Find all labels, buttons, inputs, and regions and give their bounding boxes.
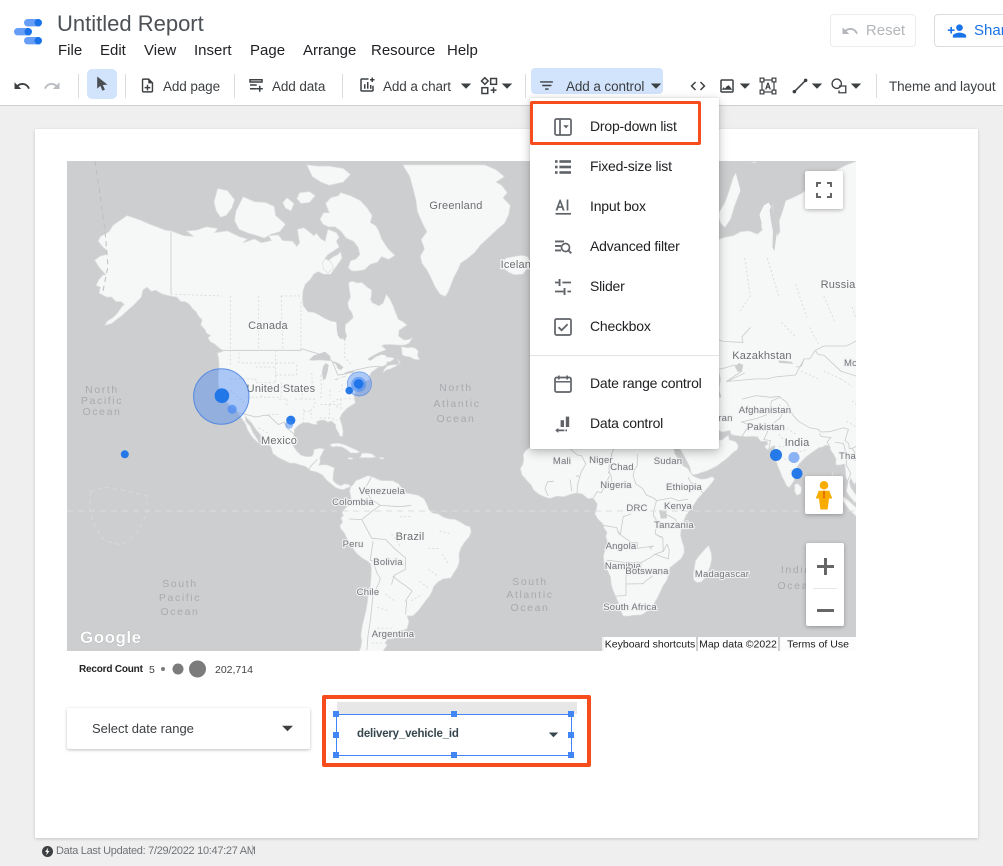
svg-text:Ocean: Ocean: [437, 413, 476, 425]
svg-text:North: North: [439, 382, 473, 394]
svg-text:Google: Google: [80, 628, 142, 647]
svg-text:United States: United States: [247, 383, 316, 395]
svg-text:Madagascar: Madagascar: [695, 569, 749, 580]
svg-text:Argentina: Argentina: [372, 629, 415, 640]
svg-text:Kazakhstan: Kazakhstan: [732, 350, 791, 362]
svg-text:Canada: Canada: [248, 320, 288, 332]
svg-text:Ethiopia: Ethiopia: [666, 482, 702, 493]
svg-text:Peru: Peru: [343, 539, 364, 550]
svg-text:South: South: [512, 576, 547, 588]
svg-text:Angola: Angola: [606, 541, 637, 552]
svg-text:Ocean: Ocean: [83, 406, 122, 418]
svg-text:Kenya: Kenya: [664, 501, 692, 512]
svg-text:Map data ©2022: Map data ©2022: [699, 639, 777, 651]
svg-text:Thailand: Thailand: [839, 451, 856, 462]
svg-text:Atlantic: Atlantic: [506, 589, 553, 601]
svg-text:Botswana: Botswana: [625, 566, 669, 577]
svg-text:Afghanistan: Afghanistan: [739, 405, 791, 416]
svg-text:Mali: Mali: [553, 456, 571, 467]
svg-text:Mongolia: Mongolia: [844, 358, 856, 369]
svg-text:Terms of Use: Terms of Use: [787, 639, 849, 651]
svg-text:Russia: Russia: [821, 279, 856, 291]
svg-text:Mexico: Mexico: [261, 435, 297, 447]
svg-text:Pacific: Pacific: [159, 592, 201, 604]
svg-text:Brazil: Brazil: [396, 531, 425, 543]
svg-text:Sudan: Sudan: [654, 456, 682, 467]
svg-text:South: South: [162, 578, 197, 590]
svg-text:Tanzania: Tanzania: [654, 520, 694, 531]
svg-text:Greenland: Greenland: [429, 200, 482, 212]
svg-text:Ocean: Ocean: [161, 606, 200, 618]
svg-text:Keyboard shortcuts: Keyboard shortcuts: [605, 639, 695, 651]
svg-text:Colombia: Colombia: [332, 497, 374, 508]
svg-text:India: India: [785, 437, 811, 449]
svg-text:Venezuela: Venezuela: [359, 486, 406, 497]
svg-text:Nigeria: Nigeria: [600, 480, 632, 491]
svg-text:Chile: Chile: [357, 587, 380, 598]
svg-text:Bolivia: Bolivia: [373, 557, 403, 568]
svg-text:Atlantic: Atlantic: [433, 398, 480, 410]
svg-text:South Africa: South Africa: [603, 602, 657, 613]
svg-text:Pakistan: Pakistan: [747, 422, 785, 433]
svg-text:Ocean: Ocean: [511, 602, 550, 614]
svg-text:Chad: Chad: [610, 462, 634, 473]
svg-text:DRC: DRC: [626, 503, 647, 514]
